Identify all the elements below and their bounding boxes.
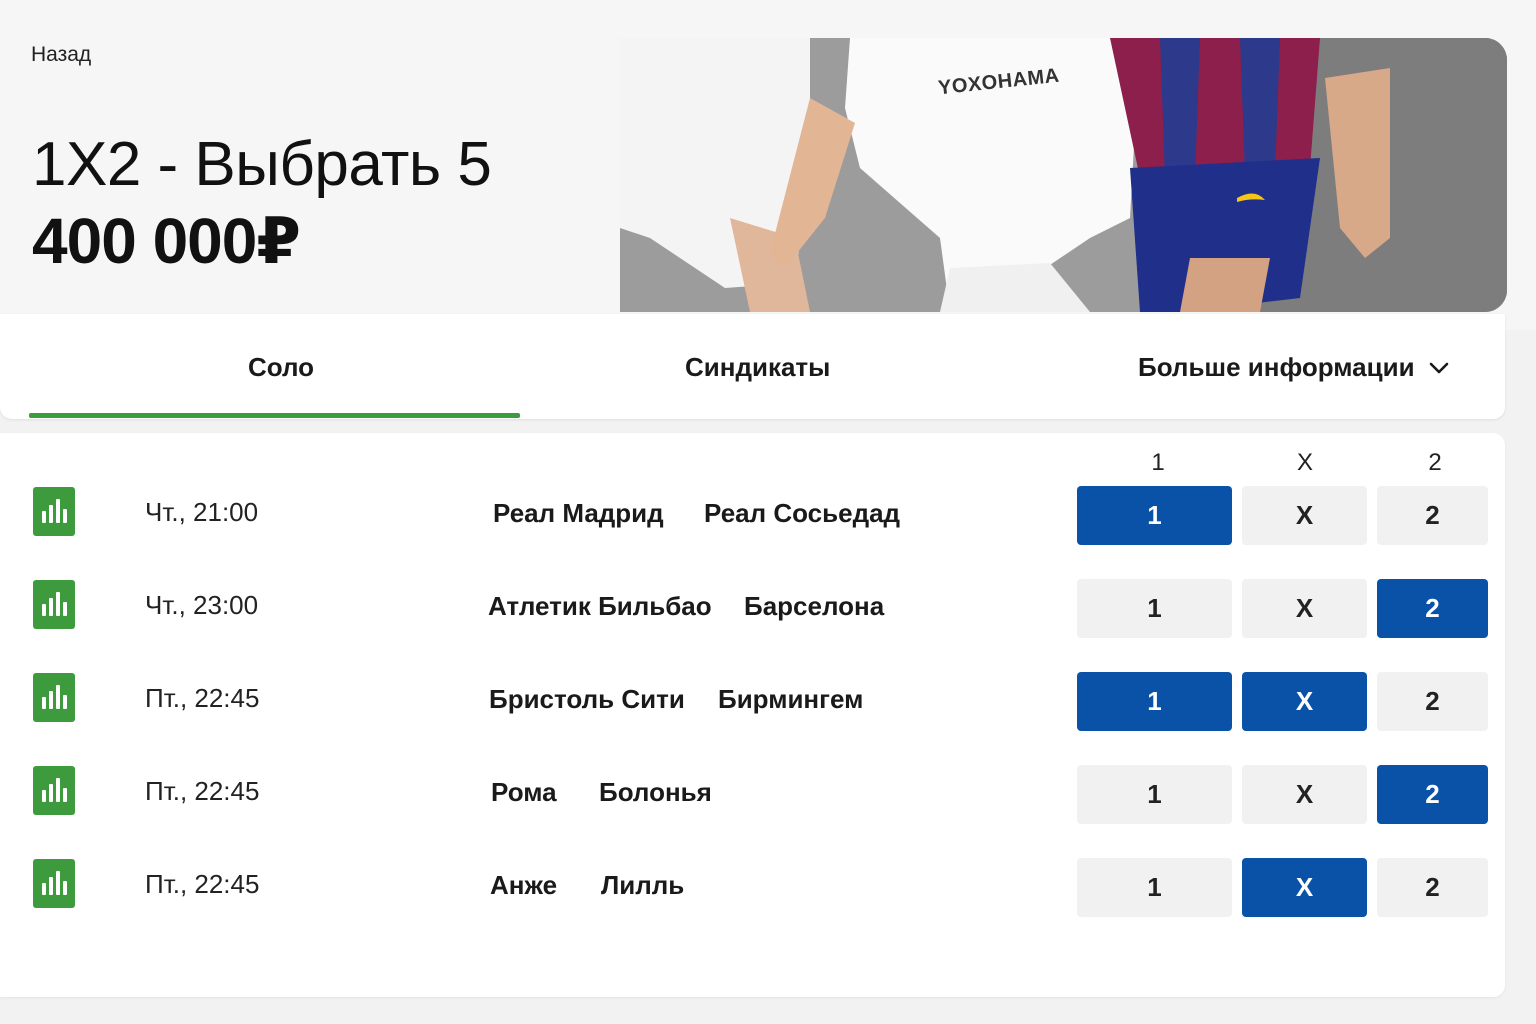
football-players-illustration bbox=[620, 38, 1507, 312]
stats-icon[interactable] bbox=[33, 766, 75, 815]
pick-x-button[interactable]: X bbox=[1242, 672, 1367, 731]
away-team: Реал Сосьедад bbox=[704, 498, 901, 528]
home-team: Анже bbox=[490, 870, 558, 900]
home-team: Реал Мадрид bbox=[493, 498, 664, 528]
active-tab-indicator bbox=[29, 413, 520, 418]
pick-1-button[interactable]: 1 bbox=[1077, 672, 1232, 731]
home-team: Бристоль Сити bbox=[489, 684, 685, 714]
tab-syndicates[interactable]: Синдикаты bbox=[685, 352, 830, 383]
tab-more-info-label: Больше информации bbox=[1138, 352, 1415, 382]
page-title: 1X2 - Выбрать 5 bbox=[32, 130, 492, 199]
pick-2-button[interactable]: 2 bbox=[1377, 858, 1488, 917]
column-header-x: X bbox=[1296, 449, 1313, 476]
match-time: Пт., 22:45 bbox=[145, 869, 260, 899]
match-time: Пт., 22:45 bbox=[145, 776, 260, 806]
stats-icon[interactable] bbox=[33, 487, 75, 536]
tab-more-info[interactable]: Больше информации bbox=[1138, 352, 1449, 383]
chevron-down-icon bbox=[1429, 362, 1448, 373]
tabs-bar: Соло Синдикаты Больше информации bbox=[0, 314, 1505, 419]
pick-2-button[interactable]: 2 bbox=[1377, 579, 1488, 638]
pick-x-button[interactable]: X bbox=[1242, 486, 1367, 545]
pick-x-button[interactable]: X bbox=[1242, 858, 1367, 917]
column-header-2: 2 bbox=[1428, 449, 1442, 476]
away-team: Лилль bbox=[601, 870, 685, 900]
match-row: Пт., 22:45 Анже Лилль 1 X 2 bbox=[0, 858, 1505, 919]
match-list: 1 X 2 Чт., 21:00 Реал Мадрид Реал Сосьед… bbox=[0, 433, 1505, 997]
match-time: Пт., 22:45 bbox=[145, 683, 260, 713]
column-header-1: 1 bbox=[1151, 449, 1165, 476]
pick-2-button[interactable]: 2 bbox=[1377, 765, 1488, 824]
match-row: Пт., 22:45 Бристоль Сити Бирмингем 1 X 2 bbox=[0, 672, 1505, 733]
home-team: Атлетик Бильбао bbox=[488, 591, 712, 621]
match-row: Чт., 23:00 Атлетик Бильбао Барселона 1 X… bbox=[0, 579, 1505, 640]
pick-x-button[interactable]: X bbox=[1242, 579, 1367, 638]
pick-2-button[interactable]: 2 bbox=[1377, 672, 1488, 731]
stats-icon[interactable] bbox=[33, 859, 75, 908]
away-team: Болонья bbox=[599, 777, 712, 807]
match-time: Чт., 21:00 bbox=[145, 497, 259, 527]
pick-1-button[interactable]: 1 bbox=[1077, 486, 1232, 545]
match-row: Пт., 22:45 Рома Болонья 1 X 2 bbox=[0, 765, 1505, 826]
jackpot-amount: 400 000₽ bbox=[32, 205, 301, 277]
match-row: Чт., 21:00 Реал Мадрид Реал Сосьедад 1 X… bbox=[0, 486, 1505, 547]
match-time: Чт., 23:00 bbox=[145, 590, 259, 620]
tab-solo[interactable]: Соло bbox=[248, 352, 314, 383]
away-team: Барселона bbox=[744, 591, 885, 621]
pick-1-button[interactable]: 1 bbox=[1077, 858, 1232, 917]
pick-1-button[interactable]: 1 bbox=[1077, 579, 1232, 638]
pick-x-button[interactable]: X bbox=[1242, 765, 1367, 824]
pick-1-button[interactable]: 1 bbox=[1077, 765, 1232, 824]
stats-icon[interactable] bbox=[33, 673, 75, 722]
away-team: Бирмингем bbox=[718, 684, 864, 714]
home-team: Рома bbox=[491, 777, 557, 807]
stats-icon[interactable] bbox=[33, 580, 75, 629]
header: Назад 1X2 - Выбрать 5 400 000₽ YOXOHAMA bbox=[0, 0, 1536, 330]
banner-image: YOXOHAMA bbox=[620, 38, 1507, 312]
pick-2-button[interactable]: 2 bbox=[1377, 486, 1488, 545]
back-link[interactable]: Назад bbox=[31, 43, 91, 67]
